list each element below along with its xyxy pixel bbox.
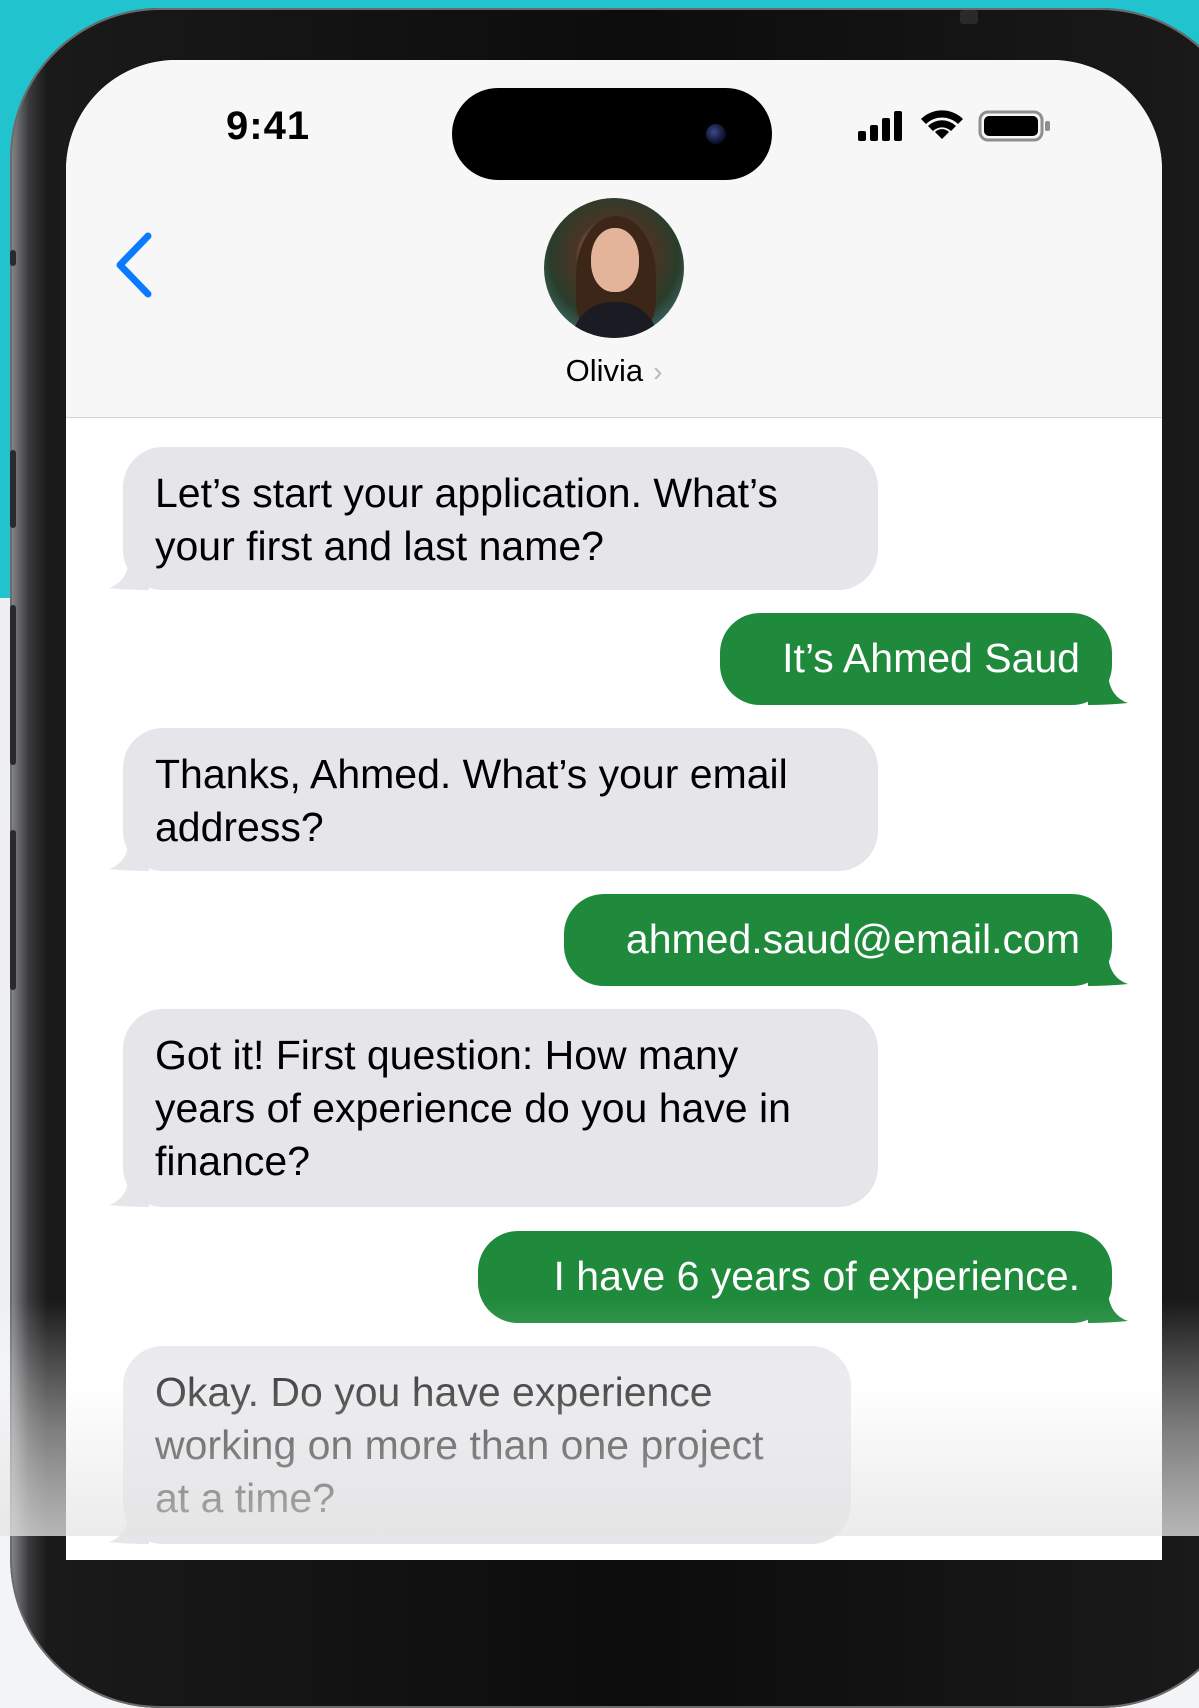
frame-notch bbox=[960, 10, 978, 24]
bubble-tail bbox=[109, 1171, 149, 1207]
side-button bbox=[10, 830, 16, 990]
phone-screen: 9:41 Olivia › Let’s start your applicati… bbox=[66, 60, 1162, 1560]
message-text: I have 6 years of experience. bbox=[553, 1253, 1080, 1299]
contact-name: Olivia bbox=[565, 353, 644, 388]
conversation-header: 9:41 Olivia › bbox=[66, 60, 1162, 418]
message-text: ahmed.saud@email.com bbox=[625, 916, 1080, 962]
avatar-face bbox=[591, 228, 639, 292]
volume-down-button bbox=[10, 605, 16, 765]
message-incoming[interactable]: Thanks, Ahmed. What’s your email address… bbox=[109, 728, 878, 871]
volume-up-button bbox=[10, 450, 16, 528]
wifi-icon bbox=[921, 110, 963, 139]
message-text: Got it! First question: How many years o… bbox=[155, 1032, 791, 1184]
front-camera-icon bbox=[706, 124, 726, 144]
contact-avatar[interactable] bbox=[544, 198, 684, 338]
bubble-tail bbox=[109, 835, 149, 871]
message-outgoing[interactable]: ahmed.saud@email.com bbox=[564, 894, 1128, 986]
contact-name-button[interactable]: Olivia › bbox=[66, 353, 1162, 389]
bubble-tail bbox=[109, 554, 149, 590]
bubble-tail bbox=[1088, 950, 1128, 986]
dynamic-island bbox=[452, 88, 772, 180]
message-incoming[interactable]: Let’s start your application. What’s you… bbox=[109, 447, 878, 590]
message-text: Thanks, Ahmed. What’s your email address… bbox=[155, 751, 788, 850]
status-icons bbox=[856, 106, 1052, 146]
chevron-left-icon bbox=[116, 232, 152, 298]
message-text: It’s Ahmed Saud bbox=[782, 635, 1080, 681]
message-text: Okay. Do you have experience working on … bbox=[155, 1369, 764, 1521]
message-text: Let’s start your application. What’s you… bbox=[155, 470, 778, 569]
chevron-right-icon: › bbox=[653, 356, 663, 387]
back-button[interactable] bbox=[110, 230, 160, 300]
battery-icon bbox=[978, 110, 1050, 142]
bubble-tail bbox=[109, 1508, 149, 1544]
message-incoming[interactable]: Okay. Do you have experience working on … bbox=[109, 1346, 851, 1544]
volume-button bbox=[10, 250, 16, 266]
message-incoming[interactable]: Got it! First question: How many years o… bbox=[109, 1009, 878, 1207]
status-time: 9:41 bbox=[226, 104, 311, 148]
message-outgoing[interactable]: I have 6 years of experience. bbox=[478, 1231, 1128, 1323]
message-outgoing[interactable]: It’s Ahmed Saud bbox=[720, 613, 1128, 705]
bubble-tail bbox=[1088, 1287, 1128, 1323]
cellular-signal-icon bbox=[858, 111, 902, 141]
bubble-tail bbox=[1088, 669, 1128, 705]
